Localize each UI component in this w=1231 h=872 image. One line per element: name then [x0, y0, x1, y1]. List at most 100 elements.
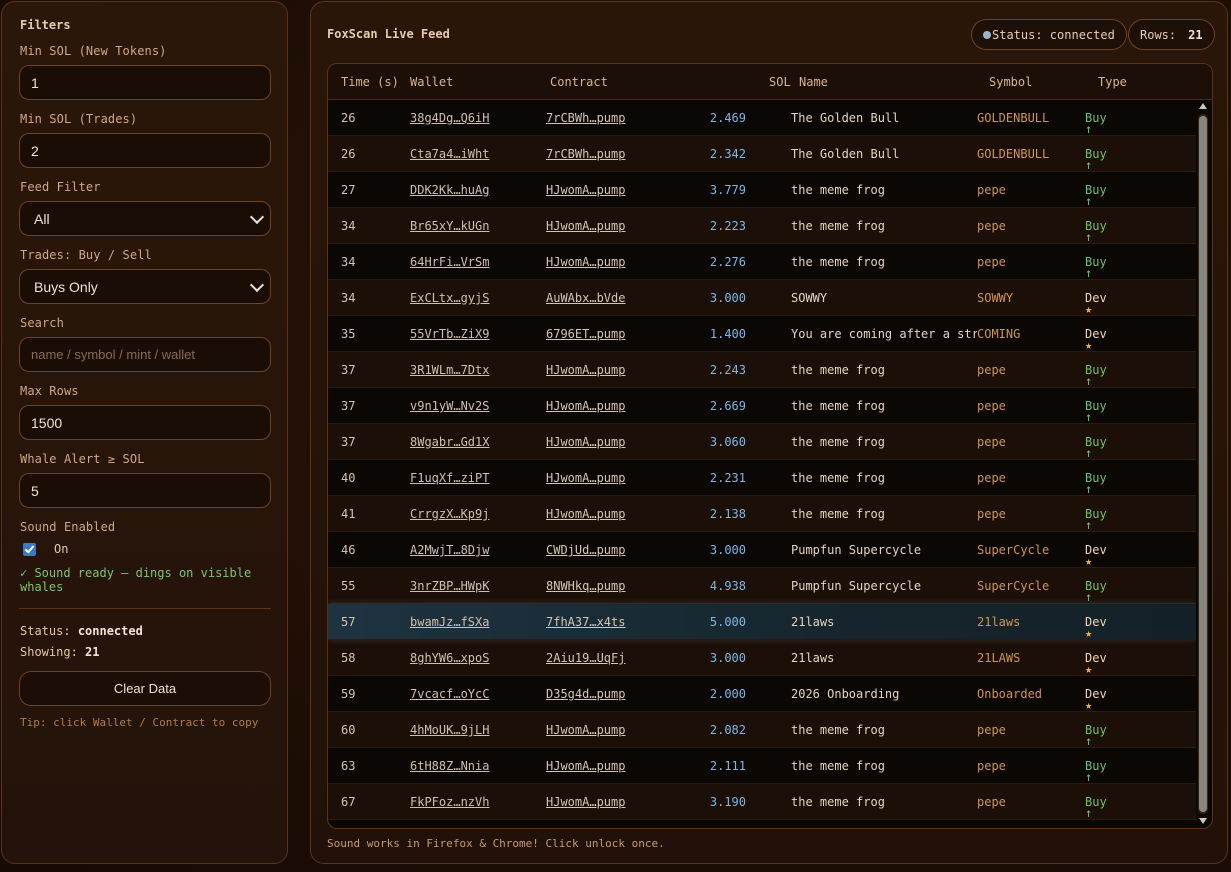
cell-contract-link[interactable]: HJwomA…pump [546, 471, 625, 485]
min-sol-new-input[interactable]: 1 [19, 65, 271, 100]
cell-symbol: SuperCycle [977, 543, 1050, 557]
cell-contract-link[interactable]: HJwomA…pump [546, 759, 625, 773]
cell-sol: 2.276 [709, 255, 746, 269]
col-type[interactable]: Type [1098, 75, 1127, 89]
cell-name: the meme frog [791, 795, 885, 809]
scroll-down-icon[interactable] [1199, 818, 1207, 824]
cell-wallet-link[interactable]: 38g4Dg…Q6iH [410, 111, 489, 125]
cell-wallet-link[interactable]: FkPFoz…nzVh [410, 795, 489, 809]
cell-contract-link[interactable]: HJwomA…pump [546, 183, 625, 197]
search-input[interactable]: name / symbol / mint / wallet [19, 337, 271, 372]
sound-enabled-label: Sound Enabled [20, 520, 116, 534]
sound-toggle[interactable]: On [23, 542, 270, 556]
cell-wallet-link[interactable]: 7vcacf…oYcC [410, 687, 489, 701]
table-row: 41 CrrgzX…Kp9j HJwomA…pump 2.138 the meme fr… [328, 496, 1196, 532]
star-icon: ★ [1085, 698, 1093, 712]
cell-wallet-link[interactable]: bwamJz…fSXa [410, 615, 489, 629]
feed-filter-select[interactable]: All [19, 201, 271, 236]
cell-contract-link[interactable]: CWDjUd…pump [546, 543, 625, 557]
status-pill-text: Status: connected [992, 27, 1115, 42]
cell-contract-link[interactable]: HJwomA…pump [546, 255, 625, 269]
cell-wallet-link[interactable]: 8ghYW6…xpoS [410, 651, 489, 665]
cell-time: 37 [341, 363, 356, 377]
cell-wallet-link[interactable]: 8Wgabr…Gd1X [410, 435, 489, 449]
cell-wallet-link[interactable]: ExCLtx…gyjS [410, 291, 489, 305]
star-icon: ★ [1085, 302, 1093, 316]
trades-filter-select[interactable]: Buys Only [19, 269, 271, 304]
cell-wallet-link[interactable]: A2MwjT…8Djw [410, 543, 489, 557]
whale-alert-input[interactable]: 5 [19, 473, 271, 508]
table-row: 34 64HrFi…VrSm HJwomA…pump 2.276 the meme fr… [328, 244, 1196, 280]
cell-contract-link[interactable]: HJwomA…pump [546, 435, 625, 449]
table-body: 26 38g4Dg…Q6iH 7rCBWh…pump 2.469 The Golden … [328, 100, 1196, 828]
cell-contract-link[interactable]: HJwomA…pump [546, 723, 625, 737]
cell-time: 37 [341, 399, 356, 413]
cell-sol: 2.669 [709, 399, 746, 413]
rows-pill-value: 21 [1188, 27, 1203, 42]
cell-wallet-link[interactable]: 64HrFi…VrSm [410, 255, 489, 269]
min-sol-trades-label: Min SOL (Trades) [20, 112, 138, 126]
cell-wallet-link[interactable]: F1uqXf…ziPT [410, 471, 489, 485]
scroll-up-icon[interactable] [1199, 103, 1207, 109]
status-value: connected [77, 624, 143, 638]
col-contract[interactable]: Contract [550, 75, 608, 89]
col-wallet[interactable]: Wallet [410, 75, 453, 89]
live-feed-panel: FoxScan Live Feed Status: connected Rows… [310, 1, 1228, 864]
table-row: 27 DDK2Kk…huAg HJwomA…pump 3.779 the meme fr… [328, 172, 1196, 208]
cell-contract-link[interactable]: HJwomA…pump [546, 219, 625, 233]
cell-contract-link[interactable]: 2Aiu19…UqFj [546, 651, 625, 665]
cell-wallet-link[interactable]: 4hMoUK…9jLH [410, 723, 489, 737]
cell-wallet-link[interactable]: CrrgzX…Kp9j [410, 507, 489, 521]
cell-contract-link[interactable]: HJwomA…pump [546, 399, 625, 413]
cell-contract-link[interactable]: D35g4d…pump [546, 687, 625, 701]
col-sol[interactable]: SOL [769, 75, 791, 89]
min-sol-trades-input[interactable]: 2 [19, 133, 271, 168]
cell-contract-link[interactable]: HJwomA…pump [546, 795, 625, 809]
cell-sol: 3.000 [709, 291, 746, 305]
cell-contract-link[interactable]: 7rCBWh…pump [546, 111, 625, 125]
max-rows-input[interactable]: 1500 [19, 405, 271, 440]
col-name[interactable]: Name [799, 75, 828, 89]
cell-wallet-link[interactable]: Cta7a4…iWht [410, 147, 489, 161]
cell-wallet-link[interactable]: 55VrTb…ZiX9 [410, 327, 489, 341]
cell-contract-link[interactable]: 6796ET…pump [546, 327, 625, 341]
table-row: 34 ExCLtx…gyjS AuWAbx…bVde 3.000 SOWWY SOWWY ★… [328, 280, 1196, 316]
cell-wallet-link[interactable]: DDK2Kk…huAg [410, 183, 489, 197]
cell-contract-link[interactable]: 8NWHkq…pump [546, 579, 625, 593]
table-scrollbar[interactable] [1198, 100, 1208, 826]
cell-time: 27 [341, 183, 356, 197]
table-row: 60 4hMoUK…9jLH HJwomA…pump 2.082 the meme fr… [328, 712, 1196, 748]
clear-data-button[interactable]: Clear Data [19, 671, 271, 706]
filters-sidebar: Filters Min SOL (New Tokens) 1 Min SOL (… [1, 1, 288, 864]
checkbox-checked-icon[interactable] [23, 542, 36, 556]
cell-wallet-link[interactable]: 6tH88Z…Nnia [410, 759, 489, 773]
star-icon: ★ [1085, 662, 1093, 676]
rows-pill-label: Rows: [1140, 27, 1177, 42]
cell-name: the meme frog [791, 471, 885, 485]
cell-contract-link[interactable]: 7fhA37…x4ts [546, 615, 625, 629]
col-symbol[interactable]: Symbol [989, 75, 1032, 89]
cell-name: The Golden Bull [791, 111, 900, 125]
cell-contract-link[interactable]: 7rCBWh…pump [546, 147, 625, 161]
arrow-up-icon: ↑ [1085, 410, 1093, 424]
cell-wallet-link[interactable]: 3nrZBP…HWpK [410, 579, 489, 593]
cell-symbol: 21laws [977, 615, 1021, 629]
cell-time: 34 [341, 291, 356, 305]
feed-table: Time (s) Wallet Contract SOL Name Symbol… [327, 63, 1213, 829]
cell-name: Pumpfun Supercycle [791, 579, 922, 593]
star-icon: ★ [1085, 554, 1093, 568]
cell-name: the meme frog [791, 507, 885, 521]
cell-wallet-link[interactable]: Br65xY…kUGn [410, 219, 489, 233]
col-time[interactable]: Time (s) [341, 75, 399, 89]
cell-contract-link[interactable]: AuWAbx…bVde [546, 291, 625, 305]
cell-contract-link[interactable]: HJwomA…pump [546, 363, 625, 377]
showing-prefix: Showing: [20, 645, 78, 659]
table-row: 34 Br65xY…kUGn HJwomA…pump 2.223 the meme fr… [328, 208, 1196, 244]
cell-contract-link[interactable]: HJwomA…pump [546, 507, 625, 521]
scroll-thumb[interactable] [1199, 116, 1207, 812]
cell-wallet-link[interactable]: 3R1WLm…7Dtx [410, 363, 489, 377]
cell-type: ↑ Buy [1085, 219, 1107, 244]
max-rows-label: Max Rows [20, 384, 79, 398]
cell-wallet-link[interactable]: v9n1yW…Nv2S [410, 399, 489, 413]
cell-sol: 2.469 [709, 111, 746, 125]
